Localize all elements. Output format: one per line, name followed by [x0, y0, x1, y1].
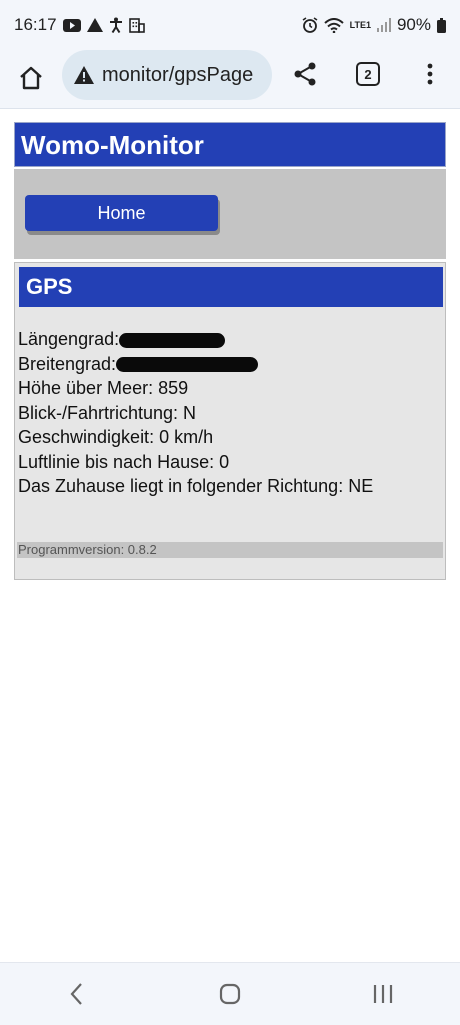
address-bar[interactable]: monitor/gpsPage	[62, 50, 272, 100]
share-icon	[294, 62, 316, 86]
back-button[interactable]	[57, 974, 97, 1014]
youtube-icon	[62, 18, 81, 32]
altitude-row: Höhe über Meer: 859	[18, 378, 189, 398]
distance-home-row: Luftlinie bis nach Hause: 0	[18, 451, 230, 472]
latitude-label: Breitengrad:	[18, 353, 117, 374]
recents-button[interactable]	[363, 974, 403, 1014]
speed-row: Geschwindigkeit: 0 km/h	[18, 427, 214, 447]
redacted-latitude	[116, 357, 259, 373]
home-direction-row: Das Zuhause liegt in folgender Richtung:…	[18, 476, 374, 496]
url-text: monitor/gpsPage	[102, 63, 254, 86]
page-content: Womo-Monitor Home GPS Längengrad: Breite…	[14, 122, 446, 580]
home-nav-button[interactable]	[210, 974, 250, 1014]
warning-icon	[86, 18, 103, 32]
wifi-icon	[323, 17, 344, 33]
site-title: Womo-Monitor	[14, 122, 446, 167]
longitude-row: Längengrad:	[18, 327, 438, 352]
browser-toolbar: monitor/gpsPage 2	[0, 50, 460, 109]
longitude-label: Längengrad:	[18, 329, 120, 349]
nav-section: Home	[14, 169, 446, 259]
building-icon	[128, 17, 145, 33]
tab-switcher-button[interactable]: 2	[356, 62, 380, 86]
home-circle-icon	[219, 983, 241, 1005]
more-vertical-icon	[427, 63, 433, 85]
recents-icon	[374, 985, 393, 1003]
gps-info: Längengrad: Breitengrad: Höhe über Meer:…	[18, 327, 438, 499]
system-nav-bar	[0, 962, 460, 1025]
battery-percent: 90%	[396, 15, 431, 34]
home-button[interactable]: Home	[25, 195, 218, 231]
status-bar: 16:17 LTE1 90%	[0, 0, 460, 50]
latitude-row: Breitengrad:	[18, 352, 438, 377]
version-info: Programmversion: 0.8.2	[17, 542, 443, 558]
gps-panel: GPS Längengrad: Breitengrad: Höhe über M…	[14, 262, 446, 580]
status-right: LTE1 90%	[302, 15, 446, 35]
accessibility-icon	[109, 17, 123, 33]
warning-icon	[74, 66, 94, 84]
alarm-icon	[302, 17, 318, 33]
gps-title: GPS	[19, 267, 443, 307]
signal-icon	[376, 18, 391, 32]
battery-icon	[437, 17, 446, 33]
heading-row: Blick-/Fahrtrichtung: N	[18, 402, 197, 423]
browser-home-button[interactable]	[14, 61, 48, 95]
redacted-longitude	[119, 332, 226, 348]
share-button[interactable]	[289, 58, 321, 90]
status-left: 16:17	[14, 15, 145, 35]
back-icon	[70, 983, 82, 1005]
overflow-menu-button[interactable]	[418, 58, 442, 90]
status-time: 16:17	[14, 15, 57, 34]
home-icon	[20, 66, 42, 90]
network-label: LTE1	[349, 20, 371, 30]
